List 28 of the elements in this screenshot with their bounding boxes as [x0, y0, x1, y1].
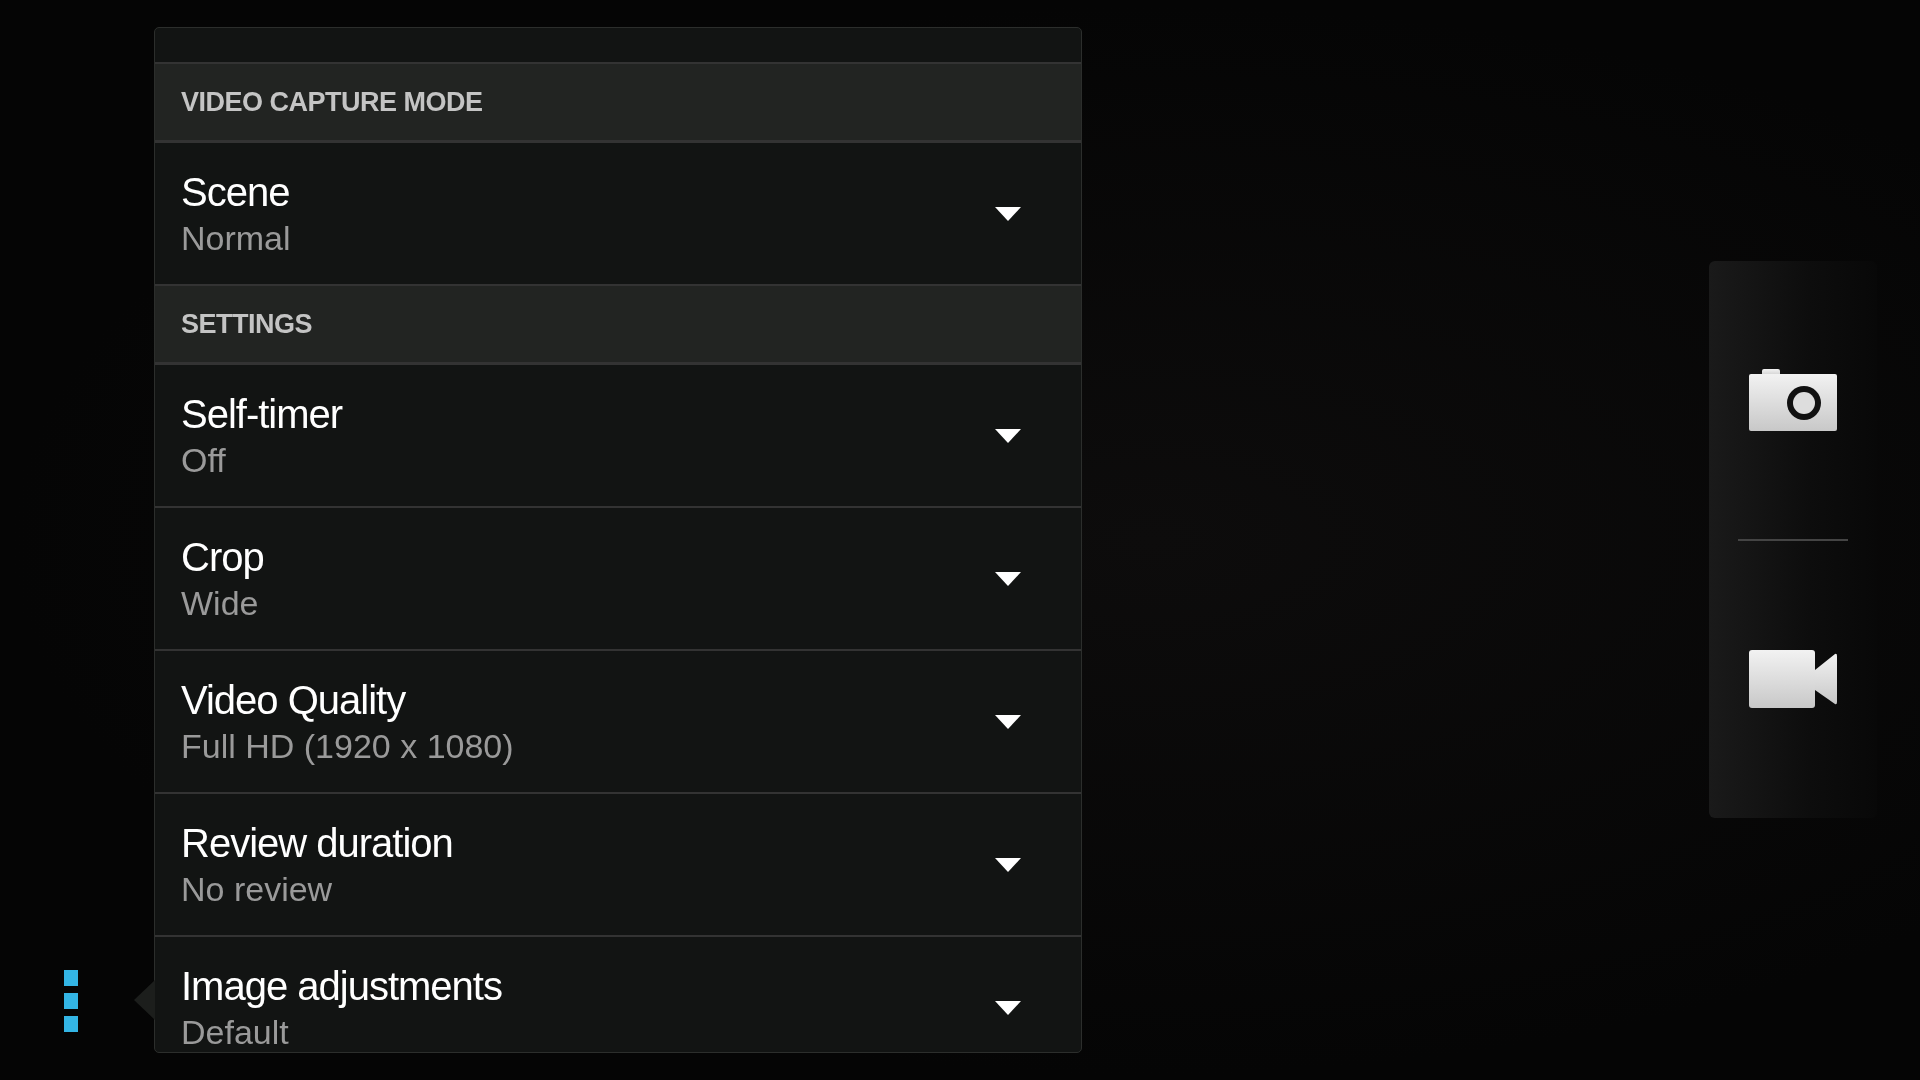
- setting-value: Off: [181, 440, 227, 480]
- dropdown-caret-icon: [995, 714, 1021, 729]
- dropdown-caret-icon: [995, 1000, 1021, 1015]
- setting-row[interactable]: Crop Wide: [155, 508, 1081, 651]
- setting-value: Default: [181, 1012, 290, 1052]
- setting-value: Normal: [181, 218, 292, 258]
- setting-value: Full HD (1920 x 1080): [181, 726, 515, 766]
- menu-icon[interactable]: [64, 970, 78, 1032]
- setting-row[interactable]: Video Quality Full HD (1920 x 1080): [155, 651, 1081, 794]
- dropdown-caret-icon: [995, 428, 1021, 443]
- setting-title: Scene: [181, 169, 291, 215]
- setting-title: Review duration: [181, 820, 454, 866]
- dropdown-caret-icon: [995, 206, 1021, 221]
- setting-row[interactable]: Review duration No review: [155, 794, 1081, 937]
- video-camera-icon[interactable]: [1749, 650, 1837, 709]
- setting-row[interactable]: Self-timer Off: [155, 365, 1081, 508]
- setting-value: No review: [181, 869, 334, 909]
- setting-title: Video Quality: [181, 677, 407, 723]
- setting-title: Image adjustments: [181, 963, 503, 1009]
- setting-value: Wide: [181, 583, 260, 623]
- section-header: SETTINGS: [181, 308, 312, 340]
- dropdown-caret-icon: [995, 857, 1021, 872]
- setting-title: Crop: [181, 534, 265, 580]
- camera-icon[interactable]: [1749, 368, 1837, 431]
- setting-title: Self-timer: [181, 391, 344, 437]
- setting-row[interactable]: Image adjustments Default: [155, 937, 1081, 1052]
- section-header: VIDEO CAPTURE MODE: [181, 86, 483, 118]
- dropdown-caret-icon: [995, 571, 1021, 586]
